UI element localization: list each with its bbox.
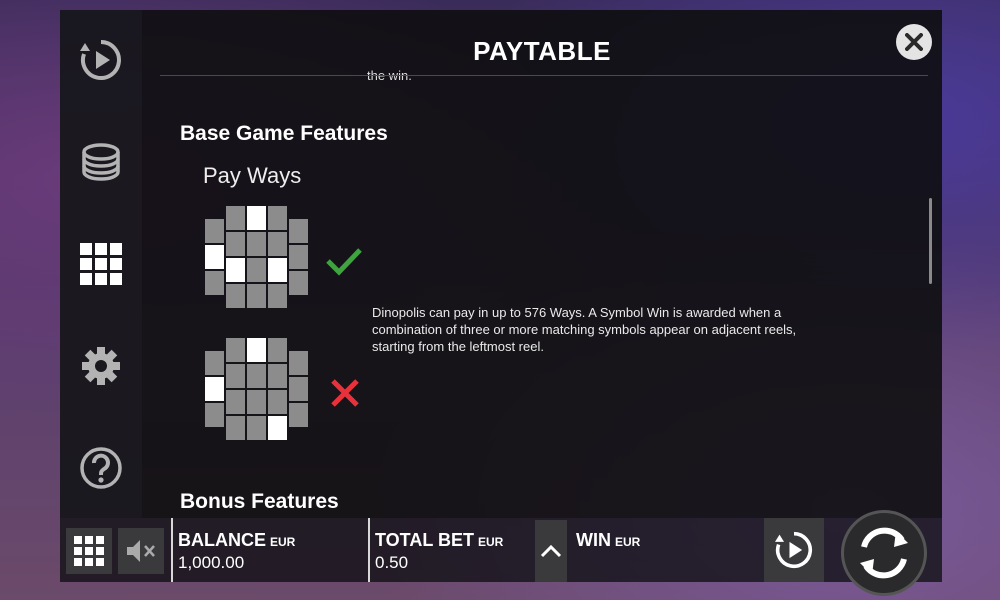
reel-cell	[289, 219, 308, 243]
reel-cell	[289, 271, 308, 295]
total-bet-currency: EUR	[478, 535, 504, 549]
spin-arrows-icon	[860, 527, 908, 579]
menu-button[interactable]	[66, 528, 112, 574]
chevron-up-icon	[540, 544, 562, 558]
cross-icon	[331, 379, 359, 407]
separator	[368, 518, 370, 582]
reel-cell	[268, 232, 287, 256]
autoplay-button[interactable]	[60, 30, 142, 90]
reel-cell	[247, 416, 266, 440]
help-question-icon	[80, 447, 122, 489]
bonus-features-heading: Bonus Features	[180, 490, 339, 513]
reel-cell	[205, 403, 224, 427]
reel-cell	[268, 206, 287, 230]
balance-value: 1,000.00	[178, 553, 245, 572]
win-label-text: WIN	[576, 530, 611, 550]
pay-ways-description: Dinopolis can pay in up to 576 Ways. A S…	[372, 305, 797, 354]
balance-label: BALANCE EUR	[178, 530, 295, 551]
pay-ways-heading: Pay Ways	[203, 163, 302, 188]
paytable-title: PAYTABLE	[473, 36, 611, 66]
paytable-button[interactable]	[60, 234, 142, 294]
reel-cell	[247, 258, 266, 282]
reel-cell	[226, 364, 245, 388]
sound-toggle-button[interactable]	[118, 528, 164, 574]
total-bet-label: TOTAL BET EUR	[375, 530, 503, 551]
reel-cell	[205, 271, 224, 295]
reel-cell	[247, 390, 266, 414]
checkmark-icon	[326, 248, 362, 276]
reel-cell	[289, 377, 308, 401]
reel-cell	[226, 284, 245, 308]
reel-cell	[226, 338, 245, 362]
balance-currency: EUR	[270, 535, 296, 549]
win-currency: EUR	[615, 535, 641, 549]
autoplay-icon	[775, 531, 813, 569]
paytable-panel: PAYTABLE the win. Base Game Features Pay…	[142, 10, 942, 518]
reel-cell	[289, 403, 308, 427]
separator	[171, 518, 173, 582]
reel-cell	[268, 258, 287, 282]
paytable-grid-icon	[80, 243, 122, 285]
balance-label-text: BALANCE	[178, 530, 266, 550]
reel-cell	[226, 232, 245, 256]
reel-cell	[289, 245, 308, 269]
scrollbar-thumb[interactable]	[929, 198, 932, 284]
close-icon	[905, 33, 923, 51]
reel-cell	[226, 416, 245, 440]
reel-cell	[268, 390, 287, 414]
total-bet-value: 0.50	[375, 553, 409, 572]
menu-grid-icon	[74, 536, 104, 566]
settings-button[interactable]	[60, 336, 142, 396]
reel-cell	[205, 219, 224, 243]
reel-cell	[268, 364, 287, 388]
reel-cell	[247, 206, 266, 230]
reel-cell	[247, 338, 266, 362]
total-bet-label-text: TOTAL BET	[375, 530, 474, 550]
win-label: WIN EUR	[576, 530, 640, 551]
base-game-heading: Base Game Features	[180, 122, 388, 145]
reel-cell	[226, 206, 245, 230]
reel-cell	[247, 232, 266, 256]
reel-cell	[247, 364, 266, 388]
bet-expand-button[interactable]	[535, 520, 567, 582]
reel-cell	[226, 390, 245, 414]
muted-speaker-icon	[127, 540, 155, 562]
spin-button[interactable]	[841, 510, 927, 596]
close-button[interactable]	[896, 24, 932, 60]
coins-icon	[82, 143, 120, 181]
reel-cell	[205, 377, 224, 401]
autoplay-quick-button[interactable]	[764, 518, 824, 582]
settings-gear-icon	[82, 347, 120, 385]
reel-cell	[268, 416, 287, 440]
reel-cell	[268, 284, 287, 308]
bottom-bar: BALANCE EUR 1,000.00 TOTAL BET EUR 0.50 WI…	[60, 510, 942, 596]
reel-cell	[247, 284, 266, 308]
reel-cell	[205, 351, 224, 375]
reel-cell	[226, 258, 245, 282]
reel-cell	[289, 351, 308, 375]
autoplay-icon	[80, 40, 121, 80]
help-button[interactable]	[60, 438, 142, 498]
reel-cell	[268, 338, 287, 362]
bet-settings-button[interactable]	[60, 132, 142, 192]
title-divider	[160, 75, 928, 76]
reel-cell	[205, 245, 224, 269]
side-menu	[60, 10, 142, 518]
